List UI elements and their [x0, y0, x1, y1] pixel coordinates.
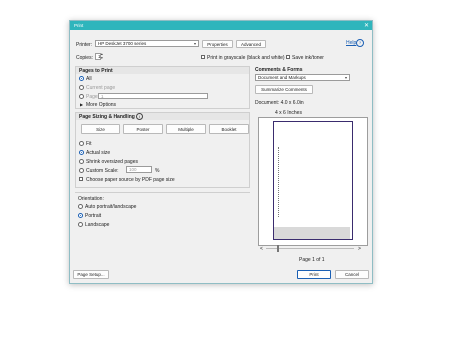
all-pages-label: All — [86, 76, 92, 82]
save-ink-label: Save ink/toner — [292, 55, 324, 61]
info-icon[interactable]: i — [136, 113, 143, 120]
more-options-label[interactable]: More Options — [86, 102, 116, 108]
custom-scale-label: Custom Scale: — [86, 168, 119, 174]
chevron-down-icon: ▾ — [344, 75, 347, 80]
page-setup-button[interactable]: Page Setup... — [73, 270, 109, 279]
orientation-divider — [75, 192, 250, 193]
all-pages-radio[interactable] — [79, 76, 84, 81]
printer-label: Printer: — [76, 42, 93, 48]
paper-source-checkbox[interactable] — [79, 177, 83, 181]
pages-range-value: 1 — [101, 94, 104, 99]
fit-radio[interactable] — [79, 141, 84, 146]
properties-button[interactable]: Properties — [202, 40, 233, 48]
percent-label: % — [155, 168, 160, 174]
custom-scale-value: 100 — [129, 167, 137, 172]
custom-scale-radio[interactable] — [79, 168, 84, 173]
landscape-label: Landscape — [85, 222, 110, 228]
printer-select[interactable]: HP DeskJet 3700 series ▾ — [95, 40, 199, 47]
booklet-button[interactable]: Booklet — [209, 124, 249, 134]
comments-title: Comments & Forms — [255, 67, 303, 73]
preview-page-content — [278, 147, 280, 217]
preview-size-label: 4 x 6 Inches — [275, 110, 302, 116]
current-page-radio[interactable] — [79, 85, 84, 90]
comments-select-value: Document and Markups — [258, 75, 306, 80]
page-slider-thumb[interactable] — [277, 245, 279, 252]
paper-source-label: Choose paper source by PDF page size — [86, 177, 175, 183]
auto-orientation-radio[interactable] — [78, 204, 83, 209]
custom-scale-input[interactable]: 100 — [126, 166, 152, 173]
page-sizing-title: Page Sizing & Handling — [79, 114, 135, 120]
portrait-radio[interactable] — [78, 213, 83, 218]
landscape-radio[interactable] — [78, 222, 83, 227]
multiple-button[interactable]: Multiple — [166, 124, 206, 134]
shrink-label: Shrink oversized pages — [86, 159, 138, 165]
window-title: Print — [74, 23, 84, 28]
advanced-button[interactable]: Advanced — [236, 40, 266, 48]
help-icon[interactable]: ? — [356, 39, 364, 47]
chevron-down-icon: ▾ — [193, 41, 196, 46]
save-ink-checkbox[interactable] — [286, 55, 290, 59]
print-dialog: Print ✕ Printer: HP DeskJet 3700 series … — [69, 20, 373, 284]
document-size-label: Document: 4.0 x 6.0in — [255, 100, 304, 106]
actual-size-radio[interactable] — [79, 150, 84, 155]
expand-triangle-icon[interactable]: ▶ — [80, 102, 83, 107]
preview-page-footer — [274, 227, 350, 239]
page-sizing-panel: Page Sizing & Handling i Size Poster Mul… — [75, 112, 250, 188]
auto-orientation-label: Auto portrait/landscape — [85, 204, 137, 210]
grayscale-label: Print in grayscale (black and white) — [207, 55, 285, 61]
orientation-title: Orientation: — [78, 196, 104, 202]
shrink-radio[interactable] — [79, 159, 84, 164]
prev-page-icon[interactable]: < — [260, 246, 263, 252]
size-button[interactable]: Size — [81, 124, 120, 134]
pages-to-print-panel: Pages to Print All Current page Pages 1 … — [75, 66, 250, 109]
portrait-label: Portrait — [85, 213, 102, 219]
poster-button[interactable]: Poster — [123, 124, 163, 134]
close-icon[interactable]: ✕ — [364, 22, 369, 29]
preview-page — [273, 121, 353, 240]
copies-label: Copies: — [76, 55, 93, 61]
help-link[interactable]: Help — [346, 40, 356, 46]
print-button[interactable]: Print — [297, 270, 331, 279]
grayscale-checkbox[interactable] — [201, 55, 205, 59]
page-slider-track[interactable] — [266, 248, 354, 249]
summarize-comments-button[interactable]: Summarize Comments — [255, 85, 313, 94]
page-indicator: Page 1 of 1 — [299, 257, 325, 263]
current-page-label: Current page — [86, 85, 116, 91]
pages-range-input[interactable]: 1 — [98, 93, 208, 99]
fit-label: Fit — [86, 141, 92, 147]
print-preview-area — [258, 117, 368, 246]
actual-size-label: Actual size — [86, 150, 111, 156]
pages-to-print-title: Pages to Print — [79, 68, 113, 74]
printer-select-value: HP DeskJet 3700 series — [98, 41, 147, 46]
copies-stepper-icon[interactable]: ▴ ▾ — [101, 52, 103, 60]
title-bar: Print ✕ — [70, 21, 372, 30]
next-page-icon[interactable]: > — [358, 246, 361, 252]
comments-select[interactable]: Document and Markups ▾ — [255, 74, 350, 81]
cancel-button[interactable]: Cancel — [335, 270, 369, 279]
pages-radio[interactable] — [79, 94, 84, 99]
